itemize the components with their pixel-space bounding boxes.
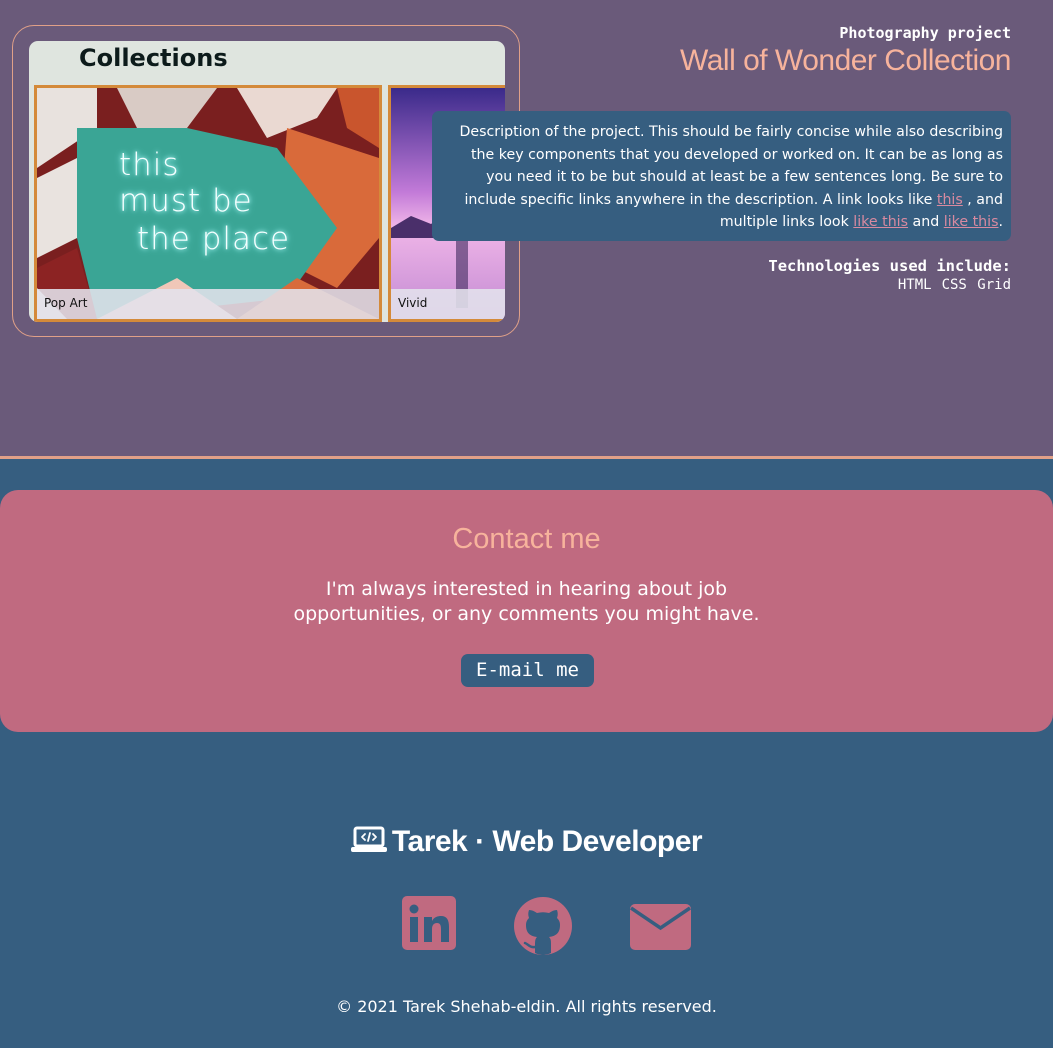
contact-title: Contact me (452, 523, 601, 555)
description-link-1[interactable]: this (937, 192, 963, 208)
footer-brand[interactable]: Tarek · Web Developer (0, 825, 1053, 859)
contact-text-line-1: I'm always interested in hearing about j… (325, 578, 728, 600)
description-text-and: and (908, 214, 944, 230)
section-divider (0, 456, 1053, 459)
project-description: Description of the project. This should … (432, 111, 1011, 241)
description-link-2[interactable]: like this (853, 214, 908, 230)
technologies-list: HTML CSS Grid (768, 277, 1011, 293)
neon-text-line-1: this (119, 147, 180, 183)
footer-brand-text: Tarek · Web Developer (391, 825, 703, 858)
neon-text-line-3: the place (137, 221, 291, 257)
copyright: © 2021 Tarek Shehab-eldin. All rights re… (336, 997, 717, 1016)
project-header: Photography project Wall of Wonder Colle… (680, 24, 1011, 78)
project-title: Wall of Wonder Collection (680, 44, 1011, 77)
project-kicker: Photography project (839, 24, 1011, 42)
contact-section: Contact me I'm always interested in hear… (0, 490, 1053, 732)
contact-text: I'm always interested in hearing about j… (0, 577, 1053, 627)
caption-bar: Pop Art (37, 289, 379, 319)
description-text: Description of the project. This should … (459, 124, 1003, 208)
contact-text-line-2: opportunities, or any comments you might… (293, 603, 760, 625)
laptop-code-icon (350, 826, 387, 852)
neon-text-line-2: must be (119, 183, 253, 219)
description-text-end: . (998, 214, 1003, 230)
caption-bar: Vivid (391, 289, 505, 319)
technologies: Technologies used include: HTML CSS Grid (768, 257, 1011, 293)
github-icon[interactable] (514, 897, 572, 955)
caption-vivid: Vivid (398, 296, 428, 310)
caption-pop-art: Pop Art (44, 296, 88, 310)
technology-item: HTML (897, 277, 932, 293)
linkedin-icon[interactable] (402, 896, 456, 950)
technologies-heading: Technologies used include: (768, 257, 1011, 275)
preview-title: Collections (79, 44, 228, 72)
envelope-icon[interactable] (630, 904, 691, 950)
gallery-item-pop-art[interactable]: this must be the place Pop Art (34, 85, 382, 322)
technology-item: CSS Grid (941, 277, 1011, 293)
description-link-3[interactable]: like this (944, 214, 999, 230)
email-me-button[interactable]: E-mail me (461, 654, 594, 687)
